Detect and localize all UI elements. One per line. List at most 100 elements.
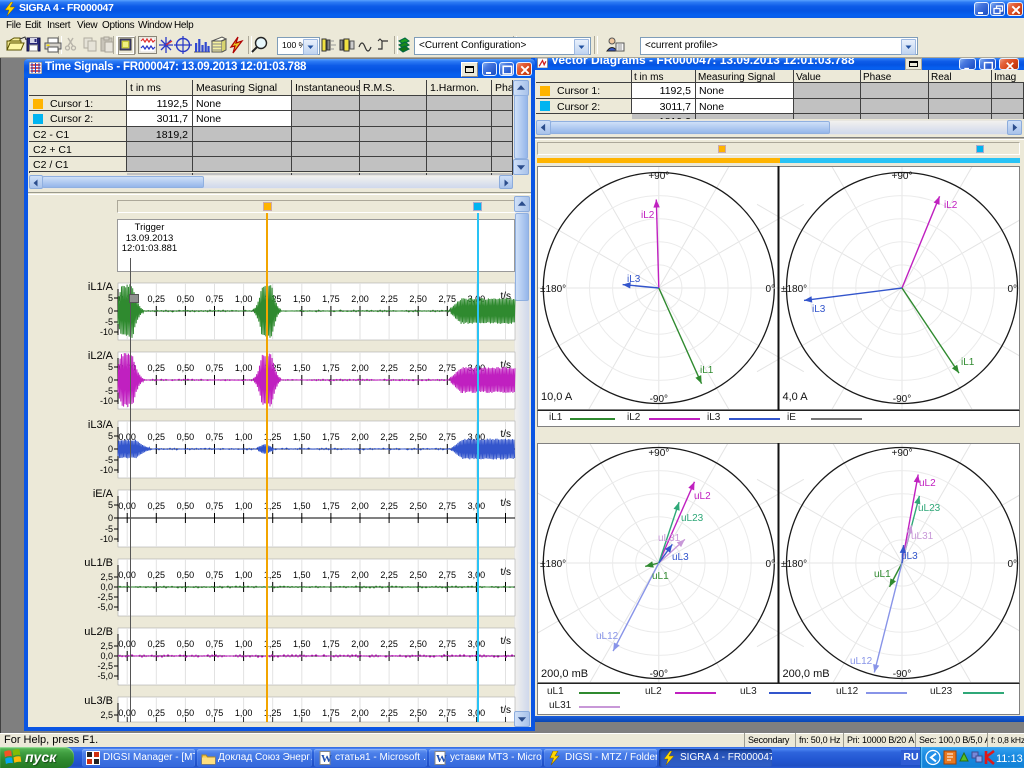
svg-text:2,50: 2,50: [409, 363, 427, 373]
svg-text:1,00: 1,00: [235, 432, 253, 442]
svg-text:0,50: 0,50: [177, 708, 195, 718]
svg-text:0,00: 0,00: [118, 501, 136, 511]
svg-text:0,50: 0,50: [177, 432, 195, 442]
svg-text:uL3: uL3: [672, 552, 689, 563]
svg-text:2,00: 2,00: [351, 570, 369, 580]
svg-text:2,50: 2,50: [409, 708, 427, 718]
svg-text:-90°: -90°: [650, 394, 668, 405]
svg-text:iE/A: iE/A: [93, 488, 114, 500]
svg-text:±180°: ±180°: [781, 559, 807, 570]
svg-text:1,50: 1,50: [293, 570, 311, 580]
svg-text:2,50: 2,50: [409, 639, 427, 649]
svg-text:2,00: 2,00: [351, 639, 369, 649]
svg-text:uL1: uL1: [874, 569, 891, 580]
svg-text:-5,0: -5,0: [97, 671, 113, 681]
svg-text:W: W: [321, 753, 332, 765]
svg-text:1,00: 1,00: [235, 363, 253, 373]
svg-text:0: 0: [108, 306, 113, 316]
svg-text:0,25: 0,25: [148, 639, 166, 649]
svg-text:t/s: t/s: [500, 567, 511, 578]
svg-text:2,25: 2,25: [380, 294, 398, 304]
svg-text:uL2: uL2: [919, 478, 936, 489]
svg-text:0,75: 0,75: [206, 294, 224, 304]
svg-text:1,50: 1,50: [293, 363, 311, 373]
svg-text:2,75: 2,75: [439, 501, 457, 511]
svg-text:200,0 mB: 200,0 mB: [783, 668, 830, 680]
svg-text:+90°: +90°: [892, 171, 913, 182]
svg-text:0,25: 0,25: [148, 570, 166, 580]
svg-text:2,25: 2,25: [380, 570, 398, 580]
svg-text:2,00: 2,00: [351, 708, 369, 718]
svg-text:0,75: 0,75: [206, 363, 224, 373]
svg-text:1,00: 1,00: [235, 708, 253, 718]
svg-text:0,0: 0,0: [100, 582, 113, 592]
svg-text:t/s: t/s: [500, 705, 511, 716]
svg-text:-2,5: -2,5: [97, 661, 113, 671]
svg-text:2,25: 2,25: [380, 363, 398, 373]
svg-text:iL2: iL2: [944, 200, 958, 211]
svg-text:2,5: 2,5: [100, 641, 113, 651]
svg-text:-10: -10: [100, 396, 113, 406]
svg-text:1,75: 1,75: [322, 432, 340, 442]
svg-text:5: 5: [108, 293, 113, 303]
svg-text:-90°: -90°: [650, 669, 668, 680]
svg-text:uL2: uL2: [694, 491, 711, 502]
svg-text:2,50: 2,50: [409, 432, 427, 442]
svg-text:0°: 0°: [1007, 559, 1017, 570]
svg-text:0: 0: [108, 513, 113, 523]
svg-text:-5: -5: [105, 524, 113, 534]
svg-text:iL3: iL3: [812, 304, 826, 315]
svg-text:1,75: 1,75: [322, 708, 340, 718]
svg-text:0,50: 0,50: [177, 294, 195, 304]
svg-text:1,50: 1,50: [293, 708, 311, 718]
svg-text:0°: 0°: [1007, 284, 1017, 295]
svg-text:uL1/B: uL1/B: [84, 557, 113, 569]
svg-text:1,75: 1,75: [322, 363, 340, 373]
svg-text:uL23: uL23: [681, 513, 704, 524]
svg-text:0,50: 0,50: [177, 363, 195, 373]
svg-text:0°: 0°: [765, 559, 775, 570]
svg-text:0,25: 0,25: [148, 294, 166, 304]
svg-text:W: W: [436, 753, 447, 765]
svg-text:1,75: 1,75: [322, 639, 340, 649]
svg-text:-5: -5: [105, 386, 113, 396]
svg-text:uL3: uL3: [901, 551, 918, 562]
svg-text:0,00: 0,00: [118, 708, 136, 718]
svg-text:1,50: 1,50: [293, 294, 311, 304]
svg-text:2,75: 2,75: [439, 294, 457, 304]
svg-text:-2,5: -2,5: [97, 592, 113, 602]
svg-text:±180°: ±180°: [540, 284, 566, 295]
svg-text:4,0 A: 4,0 A: [783, 391, 809, 403]
svg-text:0: 0: [108, 375, 113, 385]
svg-text:iL3: iL3: [627, 274, 641, 285]
svg-text:0,25: 0,25: [148, 363, 166, 373]
svg-text:±180°: ±180°: [781, 284, 807, 295]
svg-text:1,00: 1,00: [235, 501, 253, 511]
svg-text:2,5: 2,5: [100, 710, 113, 720]
svg-text:10,0 A: 10,0 A: [541, 391, 573, 403]
svg-text:2,50: 2,50: [409, 570, 427, 580]
svg-text:uL23: uL23: [918, 503, 941, 514]
svg-text:-10: -10: [100, 534, 113, 544]
svg-text:uL31: uL31: [658, 533, 681, 544]
svg-text:t/s: t/s: [500, 636, 511, 647]
svg-text:2,50: 2,50: [409, 501, 427, 511]
svg-text:2,75: 2,75: [439, 363, 457, 373]
svg-text:0,25: 0,25: [148, 708, 166, 718]
svg-text:-5: -5: [105, 317, 113, 327]
svg-text:5: 5: [108, 431, 113, 441]
svg-text:2,75: 2,75: [439, 432, 457, 442]
svg-text:iL1: iL1: [961, 357, 975, 368]
svg-text:iL3/A: iL3/A: [88, 419, 114, 431]
svg-text:1,50: 1,50: [293, 501, 311, 511]
svg-text:0,25: 0,25: [148, 432, 166, 442]
svg-text:-10: -10: [100, 465, 113, 475]
svg-text:11:13: 11:13: [996, 753, 1023, 765]
svg-text:1,50: 1,50: [293, 639, 311, 649]
svg-text:±180°: ±180°: [540, 559, 566, 570]
svg-text:0,75: 0,75: [206, 501, 224, 511]
svg-text:uL3/B: uL3/B: [84, 695, 113, 707]
svg-text:1,00: 1,00: [235, 294, 253, 304]
svg-text:0°: 0°: [765, 284, 775, 295]
svg-text:uL31: uL31: [911, 531, 934, 542]
